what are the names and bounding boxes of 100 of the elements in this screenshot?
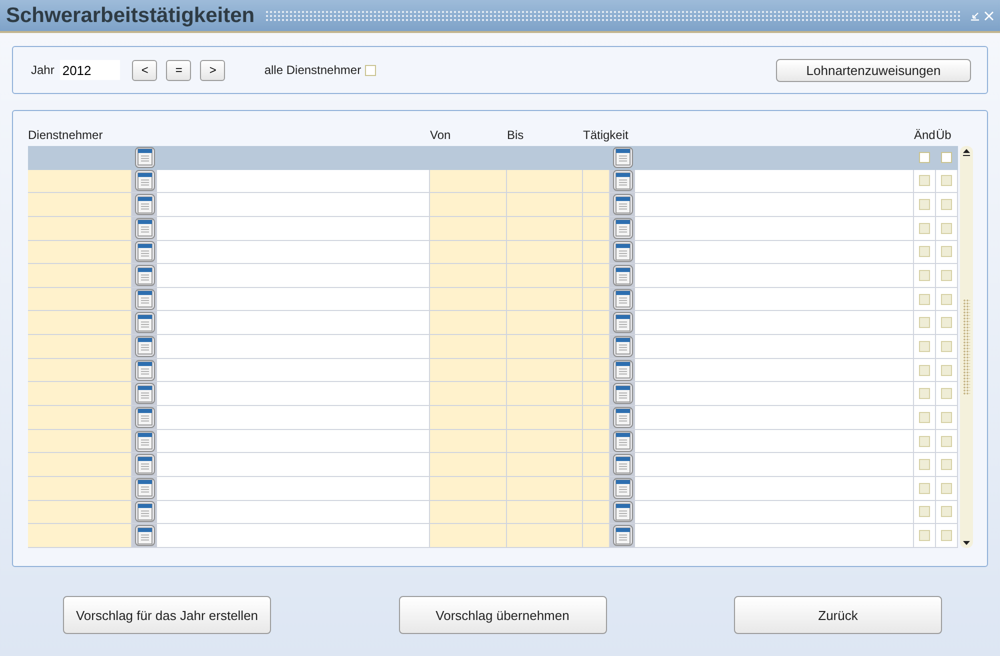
nav-button[interactable]: < [132,60,158,80]
from-date-cell[interactable] [430,193,507,217]
activity-name-cell[interactable] [635,216,914,241]
all-employees-checkbox[interactable] [365,64,376,76]
transfer-checkbox[interactable] [941,294,952,305]
activity-name-cell[interactable] [635,500,914,524]
transfer-checkbox[interactable] [941,152,952,163]
lookup-button[interactable] [612,406,632,428]
from-date-cell[interactable] [430,288,507,312]
transfer-checkbox[interactable] [941,317,952,328]
to-date-cell[interactable] [507,216,583,241]
lookup-button[interactable] [134,170,154,192]
lookup-button[interactable] [612,501,632,522]
to-date-cell[interactable] [507,476,583,501]
to-date-cell[interactable] [507,524,583,548]
from-date-cell[interactable] [430,406,507,430]
to-date-cell[interactable] [507,382,583,406]
activity-code-cell[interactable] [583,193,610,217]
lookup-button[interactable] [134,336,154,357]
lookup-button[interactable] [134,454,154,476]
to-date-cell[interactable] [507,335,583,359]
lookup-button[interactable] [134,383,154,404]
from-date-cell[interactable] [430,382,507,406]
from-date-cell[interactable] [430,524,507,548]
to-date-cell[interactable] [507,193,583,217]
employee-id-cell[interactable] [28,358,132,382]
transfer-checkbox[interactable] [941,340,952,352]
wage-type-assignments-button[interactable]: Lohnartenzuweisungen [776,58,971,82]
transfer-checkbox[interactable] [941,222,952,234]
activity-code-cell[interactable] [583,288,610,312]
transfer-checkbox[interactable] [941,459,952,470]
activity-code-cell[interactable] [583,382,610,406]
lookup-button[interactable] [134,146,154,168]
activity-code-cell[interactable] [583,476,610,501]
activity-name-cell[interactable] [635,430,914,454]
employee-name-cell[interactable] [157,453,430,477]
employee-name-cell[interactable] [157,170,430,194]
to-date-cell[interactable] [507,170,583,194]
activity-code-cell[interactable] [583,170,610,194]
changed-checkbox[interactable] [919,459,930,470]
activity-name-cell[interactable] [635,170,914,194]
employee-id-cell[interactable] [28,430,132,454]
lookup-button[interactable] [612,312,632,334]
changed-checkbox[interactable] [919,340,930,352]
from-date-cell[interactable] [430,216,507,241]
lookup-button[interactable] [612,170,632,192]
from-date-cell[interactable] [430,264,507,288]
from-date-cell[interactable] [430,453,507,477]
lookup-button[interactable] [134,265,154,286]
close-icon[interactable] [984,10,994,20]
lookup-button[interactable] [612,336,632,357]
lookup-button[interactable] [612,430,632,452]
to-date-cell[interactable] [507,453,583,477]
changed-checkbox[interactable] [919,482,930,494]
nav-button[interactable]: = [166,60,192,80]
employee-name-cell[interactable] [157,193,430,217]
lookup-button[interactable] [612,478,632,499]
lookup-button[interactable] [134,312,154,334]
activity-name-cell[interactable] [635,146,914,170]
lookup-button[interactable] [612,241,632,262]
to-date-cell[interactable] [507,288,583,312]
activity-name-cell[interactable] [635,406,914,430]
activity-name-cell[interactable] [635,311,914,336]
changed-checkbox[interactable] [919,364,930,376]
scroll-thumb-grip[interactable] [963,299,970,395]
employee-name-cell[interactable] [157,311,430,336]
lookup-button[interactable] [134,360,154,381]
activity-name-cell[interactable] [635,193,914,217]
activity-code-cell[interactable] [583,264,610,288]
activity-code-cell[interactable] [583,311,610,336]
employee-name-cell[interactable] [157,476,430,501]
employee-name-cell[interactable] [157,500,430,524]
changed-checkbox[interactable] [919,152,930,163]
to-date-cell[interactable] [507,430,583,454]
employee-name-cell[interactable] [157,264,430,288]
transfer-checkbox[interactable] [941,364,952,376]
changed-checkbox[interactable] [919,175,930,186]
activity-name-cell[interactable] [635,240,914,264]
from-date-cell[interactable] [430,240,507,264]
lookup-button[interactable] [134,478,154,499]
activity-code-cell[interactable] [583,216,610,241]
changed-checkbox[interactable] [919,506,930,518]
employee-name-cell[interactable] [157,430,430,454]
transfer-checkbox[interactable] [941,270,952,282]
employee-name-cell[interactable] [157,240,430,264]
changed-checkbox[interactable] [919,317,930,328]
from-date-cell[interactable] [430,476,507,501]
transfer-checkbox[interactable] [941,175,952,186]
changed-checkbox[interactable] [919,388,930,400]
employee-name-cell[interactable] [157,216,430,241]
employee-id-cell[interactable] [28,524,132,548]
changed-checkbox[interactable] [919,222,930,234]
activity-code-cell[interactable] [583,500,610,524]
employee-id-cell[interactable] [28,500,132,524]
lookup-button[interactable] [134,430,154,452]
lookup-button[interactable] [612,360,632,381]
employee-id-cell[interactable] [28,453,132,477]
to-date-cell[interactable] [507,264,583,288]
employee-name-cell[interactable] [157,146,430,170]
employee-id-cell[interactable] [28,382,132,406]
